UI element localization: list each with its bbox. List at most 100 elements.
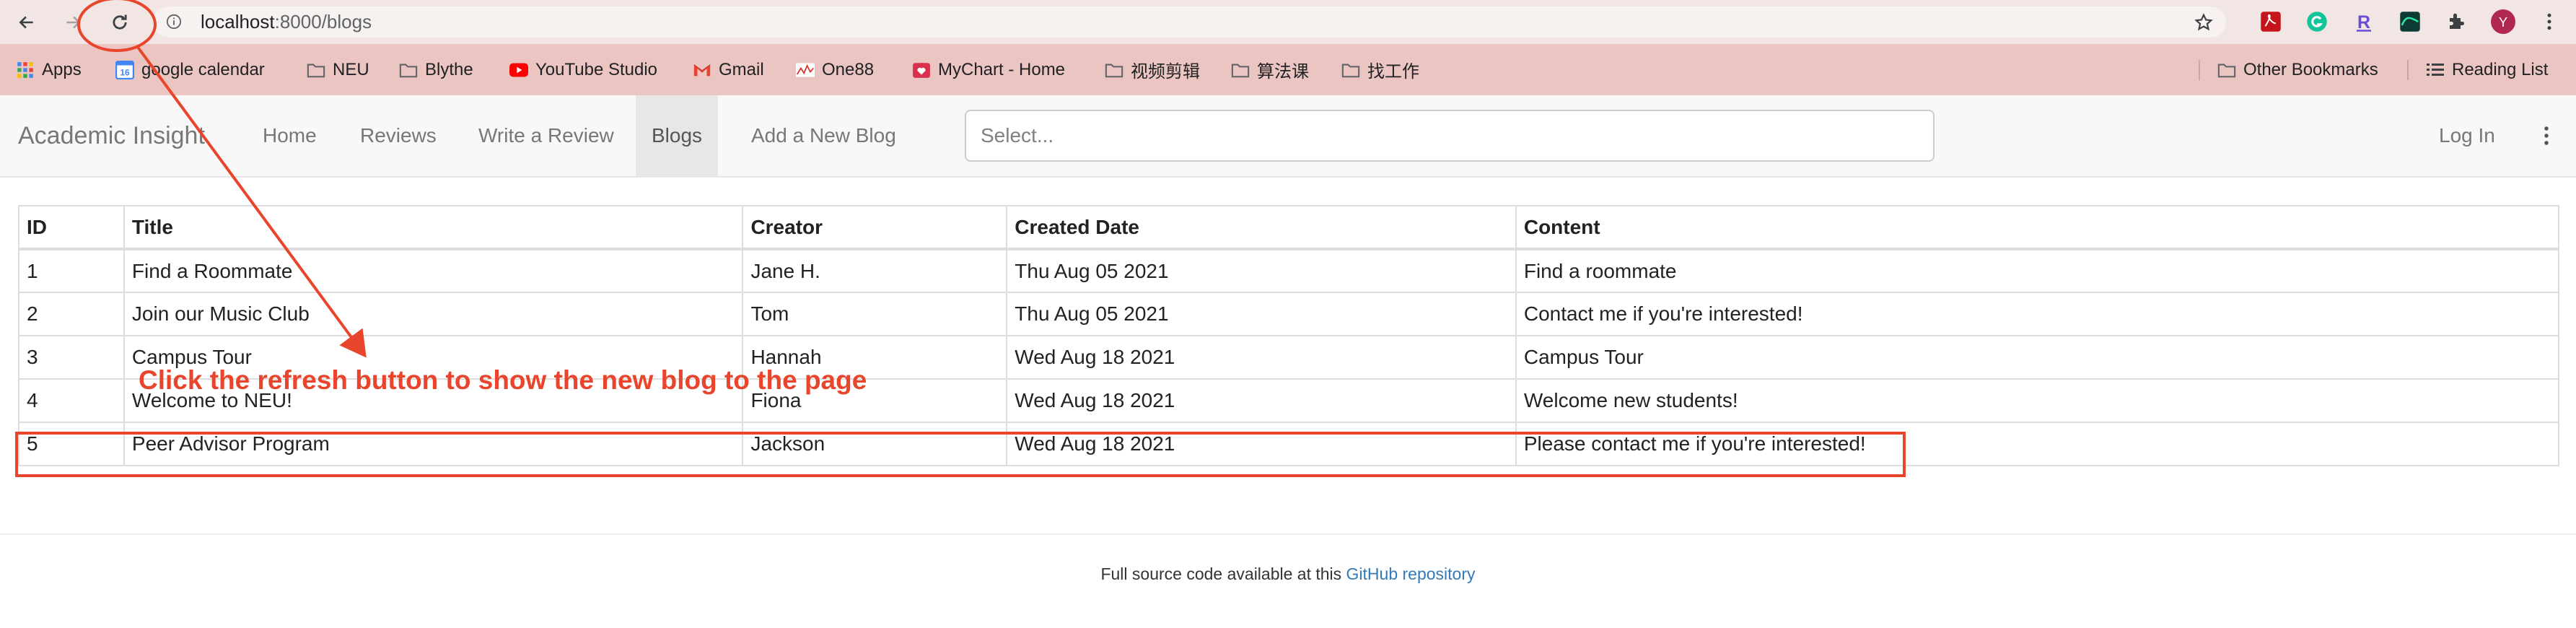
- arrow-right-icon: [66, 16, 81, 29]
- folder-icon: [1231, 61, 1250, 79]
- bookmark-label: 视频剪辑: [1131, 62, 1200, 82]
- mychart-icon: [912, 61, 931, 79]
- google-calendar-icon: 16: [115, 60, 134, 79]
- cell-id: 1: [18, 248, 125, 293]
- search-select[interactable]: Select...: [965, 110, 1935, 162]
- blogs-table: ID Title Creator Created Date Content 1 …: [18, 205, 2560, 466]
- cell-id: 4: [18, 378, 125, 423]
- other-bookmarks[interactable]: Other Bookmarks: [2217, 44, 2378, 95]
- cell-title: Find a Roommate: [123, 248, 744, 293]
- app-navbar: Academic Insight Home Reviews Write a Re…: [0, 95, 2576, 178]
- folder-icon: [399, 61, 418, 79]
- letter-r-icon: R: [2357, 12, 2371, 32]
- table-header-row: ID Title Creator Created Date Content: [18, 205, 2560, 250]
- bookmark-mychart[interactable]: MyChart - Home: [912, 44, 1065, 95]
- bookmark-apps[interactable]: Apps: [16, 44, 82, 95]
- nav-link-add-blog[interactable]: Add a New Blog: [735, 95, 912, 176]
- youtube-icon: [509, 61, 528, 79]
- svg-text:R: R: [2357, 12, 2370, 32]
- bookmark-label: Blythe: [425, 59, 473, 79]
- profile-button[interactable]: Y: [2491, 9, 2515, 34]
- cell-creator: Jackson: [742, 422, 1008, 466]
- bookmark-star-icon[interactable]: [2194, 13, 2213, 32]
- gmail-icon: [693, 61, 711, 79]
- brand-logo[interactable]: Academic Insight: [18, 95, 205, 176]
- cell-content: Campus Tour: [1515, 335, 2560, 380]
- reading-list-label: Reading List: [2452, 59, 2549, 79]
- bookmark-label: YouTube Studio: [535, 59, 658, 79]
- address-bar[interactable]: localhost:8000/blogs: [153, 6, 2226, 38]
- bookmark-label: Apps: [42, 59, 82, 79]
- table-row[interactable]: 5 Peer Advisor Program Jackson Wed Aug 1…: [18, 422, 2560, 466]
- chrome-menu-button[interactable]: [2537, 9, 2562, 34]
- bookmark-video-editing[interactable]: 视频剪辑: [1105, 44, 1200, 95]
- cell-title: Join our Music Club: [123, 292, 744, 336]
- header-content: Content: [1515, 205, 2560, 250]
- select-placeholder: Select...: [981, 124, 1054, 147]
- more-vertical-icon[interactable]: [2536, 124, 2557, 147]
- bookmark-job-search[interactable]: 找工作: [1341, 44, 1419, 95]
- bookmark-neu[interactable]: NEU: [307, 44, 369, 95]
- dark-extension-button[interactable]: [2398, 9, 2422, 34]
- bookmark-label: NEU: [333, 59, 369, 79]
- pulse-icon: [2400, 12, 2420, 32]
- bookmark-algorithms[interactable]: 算法课: [1231, 44, 1309, 95]
- cell-title: Peer Advisor Program: [123, 422, 744, 466]
- chart-line-icon: [796, 61, 815, 79]
- table-row[interactable]: 1 Find a Roommate Jane H. Thu Aug 05 202…: [18, 248, 2560, 293]
- header-creator: Creator: [742, 205, 1008, 250]
- footer-text: Full source code available at this: [1100, 564, 1346, 583]
- bookmark-gmail[interactable]: Gmail: [693, 44, 764, 95]
- pdf-extension-button[interactable]: [2259, 9, 2283, 34]
- extensions-button[interactable]: [2445, 9, 2469, 34]
- bookmark-label: One88: [822, 59, 875, 79]
- folder-icon: [1341, 61, 1360, 79]
- bookmark-youtube-studio[interactable]: YouTube Studio: [509, 44, 657, 95]
- login-link[interactable]: Log In: [2439, 95, 2495, 176]
- bookmark-one88[interactable]: One88: [796, 44, 874, 95]
- cell-content: Please contact me if you're interested!: [1515, 422, 2560, 466]
- footer-divider: [0, 533, 2576, 535]
- cell-content: Welcome new students!: [1515, 378, 2560, 423]
- cell-content: Contact me if you're interested!: [1515, 292, 2560, 336]
- nav-link-write-review[interactable]: Write a Review: [463, 95, 630, 176]
- cell-id: 3: [18, 335, 125, 380]
- nav-link-blogs[interactable]: Blogs: [636, 95, 719, 176]
- nav-link-reviews[interactable]: Reviews: [344, 95, 452, 176]
- bookmark-label: 找工作: [1367, 62, 1419, 82]
- reload-button[interactable]: [106, 9, 133, 36]
- bookmark-google-calendar[interactable]: 16 google calendar: [115, 44, 265, 95]
- reading-list[interactable]: Reading List: [2426, 44, 2548, 95]
- cell-created-date: Wed Aug 18 2021: [1006, 335, 1517, 380]
- table-row[interactable]: 2 Join our Music Club Tom Thu Aug 05 202…: [18, 292, 2560, 336]
- cell-created-date: Wed Aug 18 2021: [1006, 422, 1517, 466]
- acrobat-icon: [2261, 12, 2281, 32]
- bookmark-blythe[interactable]: Blythe: [399, 44, 473, 95]
- cell-created-date: Thu Aug 05 2021: [1006, 248, 1517, 293]
- url-text: localhost:8000/blogs: [201, 6, 372, 38]
- bookmark-label: MyChart - Home: [938, 59, 1066, 79]
- bookmark-label: 算法课: [1257, 62, 1309, 82]
- cell-creator: Jane H.: [742, 248, 1008, 293]
- other-bookmarks-label: Other Bookmarks: [2243, 59, 2378, 79]
- folder-icon: [307, 61, 325, 79]
- url-path: :8000/blogs: [274, 11, 372, 32]
- info-icon: [166, 14, 182, 30]
- cell-created-date: Thu Aug 05 2021: [1006, 292, 1517, 336]
- forward-button[interactable]: [59, 9, 87, 36]
- github-link[interactable]: GitHub repository: [1346, 564, 1476, 583]
- bookmarks-bar: Apps 16 google calendar NEU Blythe YouTu…: [0, 44, 2576, 96]
- cell-id: 2: [18, 292, 125, 336]
- header-created-date: Created Date: [1006, 205, 1517, 250]
- nav-link-home[interactable]: Home: [247, 95, 333, 176]
- folder-icon: [1105, 61, 1123, 79]
- cell-created-date: Wed Aug 18 2021: [1006, 378, 1517, 423]
- kebab-menu-icon: [2547, 13, 2551, 30]
- grammarly-extension-button[interactable]: [2305, 9, 2329, 34]
- apps-grid-icon: [16, 61, 35, 79]
- arrow-left-icon: [19, 16, 33, 29]
- footer: Full source code available at this GitHu…: [0, 564, 2576, 584]
- r-extension-button[interactable]: R: [2352, 9, 2376, 34]
- svg-text:Y: Y: [2499, 14, 2507, 30]
- back-button[interactable]: [13, 9, 40, 36]
